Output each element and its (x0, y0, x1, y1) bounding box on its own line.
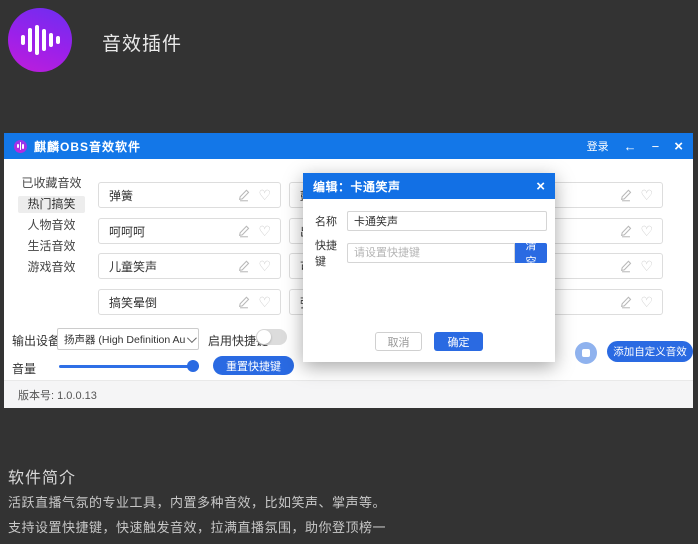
cancel-button[interactable]: 取消 (375, 332, 422, 351)
output-device-select[interactable]: 扬声器 (High Definition Aud (57, 328, 199, 350)
enable-hotkey-toggle[interactable] (256, 329, 287, 345)
volume-label: 音量 (12, 360, 36, 377)
edit-icon[interactable] (619, 259, 633, 273)
hotkey-label: 快捷键 (315, 237, 347, 269)
confirm-button[interactable]: 确定 (434, 332, 483, 351)
window-titlebar: 麒麟OBS音效软件 登录 ← − × (4, 133, 693, 159)
add-custom-sound-button[interactable]: 添加自定义音效 (607, 341, 693, 362)
sidebar-item-game[interactable]: 游戏音效 (18, 259, 85, 276)
favorite-icon[interactable]: ♡ (258, 259, 271, 273)
edit-icon[interactable] (619, 224, 633, 238)
sound-name: 搞笑晕倒 (99, 294, 237, 311)
edit-icon[interactable] (237, 259, 251, 273)
name-label: 名称 (315, 213, 347, 229)
output-device-value: 扬声器 (High Definition Aud (64, 332, 185, 347)
favorite-icon[interactable]: ♡ (258, 295, 271, 309)
dialog-close-icon[interactable]: × (536, 179, 545, 194)
reset-hotkey-button[interactable]: 重置快捷键 (213, 356, 294, 375)
dialog-title: 编辑：卡通笑声 (313, 178, 401, 195)
close-icon[interactable]: × (674, 140, 683, 153)
toggle-knob (257, 330, 271, 344)
favorite-icon[interactable]: ♡ (640, 295, 653, 309)
sound-item[interactable]: 搞笑晕倒 ♡ (98, 289, 281, 315)
sidebar-item-character[interactable]: 人物音效 (18, 217, 85, 234)
version-bar: 版本号: 1.0.0.13 (4, 380, 693, 408)
chevron-down-icon (187, 333, 197, 343)
minimize-to-tray-icon[interactable]: ← (624, 140, 637, 153)
sidebar-item-life[interactable]: 生活音效 (18, 238, 85, 255)
sound-item[interactable]: 儿童笑声 ♡ (98, 253, 281, 279)
minimize-icon[interactable]: − (652, 140, 660, 153)
output-device-label: 输出设备 (12, 332, 60, 349)
edit-icon[interactable] (237, 224, 251, 238)
window-title: 麒麟OBS音效软件 (34, 138, 141, 155)
dialog-footer: 取消 确定 (303, 332, 555, 351)
intro-line-2: 支持设置快捷键，快速触发音效，拉满直播氛围，助你登顶榜一 (8, 517, 386, 536)
page-title: 音效插件 (102, 29, 182, 56)
intro-heading: 软件简介 (8, 464, 76, 488)
dialog-header: 编辑：卡通笑声 × (303, 173, 555, 199)
edit-icon[interactable] (619, 295, 633, 309)
category-sidebar: 已收藏音效 热门搞笑 人物音效 生活音效 游戏音效 (4, 175, 98, 280)
favorite-icon[interactable]: ♡ (640, 188, 653, 202)
name-field-row: 名称 (303, 211, 555, 231)
login-button[interactable]: 登录 (587, 138, 609, 154)
edit-sound-dialog: 编辑：卡通笑声 × 名称 快捷键 清空 取消 确定 (303, 173, 555, 362)
edit-icon[interactable] (237, 295, 251, 309)
intro-line-1: 活跃直播气氛的专业工具，内置多种音效，比如笑声、掌声等。 (8, 492, 386, 511)
stop-playback-button[interactable] (575, 342, 597, 364)
sound-item[interactable]: 呵呵呵 ♡ (98, 218, 281, 244)
hotkey-input[interactable] (347, 243, 515, 263)
hotkey-field-row: 快捷键 清空 (303, 237, 555, 269)
sound-name: 弹簧 (99, 187, 237, 204)
favorite-icon[interactable]: ♡ (258, 224, 271, 238)
favorite-icon[interactable]: ♡ (258, 188, 271, 202)
slider-track (59, 365, 199, 368)
soundwave-logo-icon (8, 8, 72, 72)
slider-handle[interactable] (187, 360, 199, 372)
stop-icon (582, 349, 590, 357)
clear-hotkey-button[interactable]: 清空 (515, 243, 547, 263)
name-input[interactable] (347, 211, 547, 231)
sound-item[interactable]: 弹簧 ♡ (98, 182, 281, 208)
app-logo-icon (14, 140, 27, 153)
sidebar-item-favorites[interactable]: 已收藏音效 (18, 175, 85, 192)
sound-name: 呵呵呵 (99, 223, 237, 240)
sidebar-item-hot-funny[interactable]: 热门搞笑 (18, 196, 85, 213)
volume-slider[interactable] (59, 360, 199, 372)
version-label: 版本号: 1.0.0.13 (18, 387, 97, 403)
edit-icon[interactable] (619, 188, 633, 202)
sound-name: 儿童笑声 (99, 258, 237, 275)
edit-icon[interactable] (237, 188, 251, 202)
favorite-icon[interactable]: ♡ (640, 259, 653, 273)
favorite-icon[interactable]: ♡ (640, 224, 653, 238)
